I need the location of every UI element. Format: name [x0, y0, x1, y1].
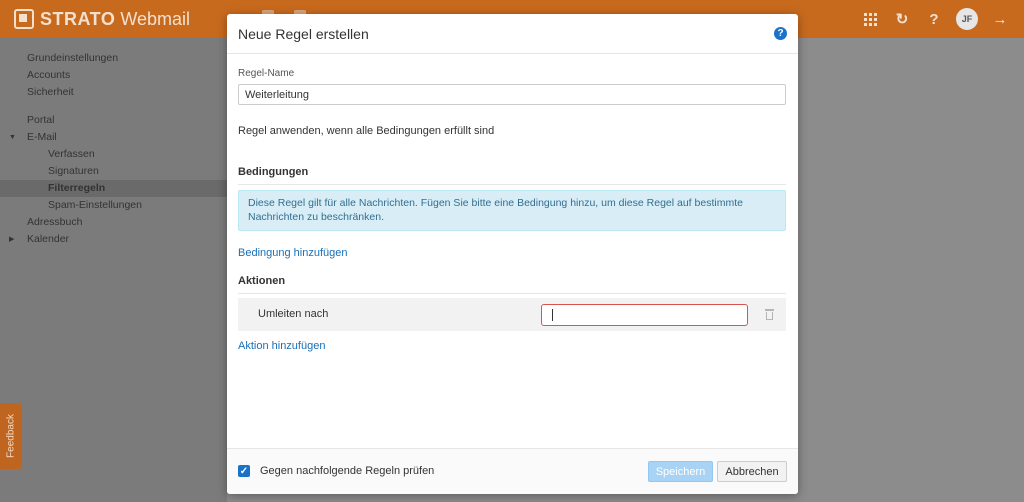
feedback-tab[interactable]: Feedback [0, 403, 22, 469]
redirect-target-input[interactable] [541, 304, 748, 326]
settings-nav: Grundeinstellungen Accounts Sicherheit P… [0, 50, 227, 248]
logout-icon[interactable]: → [990, 9, 1010, 29]
dialog-header: Neue Regel erstellen ? [227, 14, 798, 54]
sidebar-item-adressbuch[interactable]: Adressbuch [0, 214, 227, 231]
save-button[interactable]: Speichern [648, 461, 713, 482]
sidebar-item-verfassen[interactable]: Verfassen [0, 146, 227, 163]
sidebar-item-kalender[interactable]: ▶ Kalender [0, 231, 227, 248]
sidebar-item-portal[interactable]: Portal [0, 112, 227, 129]
check-following-rules-checkbox[interactable]: ✓ [238, 465, 250, 477]
sidebar-item-sicherheit[interactable]: Sicherheit [0, 84, 227, 101]
action-row: Umleiten nach [238, 298, 786, 331]
rule-apply-note: Regel anwenden, wenn alle Bedingungen er… [238, 125, 495, 137]
sidebar-item-label: E-Mail [27, 131, 57, 143]
feedback-label: Feedback [5, 414, 17, 458]
top-right-icons: ↻ ? JF → [860, 8, 1010, 30]
sidebar-item-label: Kalender [27, 233, 70, 245]
add-condition-link[interactable]: Bedingung hinzufügen [238, 247, 347, 259]
sidebar-item-spam-einstellungen[interactable]: Spam-Einstellungen [0, 197, 227, 214]
help-icon[interactable]: ? [774, 27, 787, 40]
checkmark-icon: ✓ [239, 465, 249, 477]
conditions-divider [238, 184, 786, 185]
strato-logo-icon [14, 9, 34, 29]
conditions-heading: Bedingungen [238, 166, 309, 178]
new-rule-dialog: Neue Regel erstellen ? Regel-Name Regel … [227, 14, 798, 494]
sidebar-item-accounts[interactable]: Accounts [0, 67, 227, 84]
dialog-footer: ✓ Gegen nachfolgende Regeln prüfen Speic… [227, 448, 798, 494]
help-question-icon[interactable]: ? [924, 9, 944, 29]
text-cursor [552, 309, 553, 321]
trash-icon[interactable] [765, 309, 774, 320]
sidebar-item-grundeinstellungen[interactable]: Grundeinstellungen [0, 50, 227, 67]
rule-name-label: Regel-Name [238, 68, 295, 79]
brand-product: Webmail [120, 8, 191, 29]
caret-right-icon[interactable]: ▶ [9, 231, 14, 248]
settings-sidebar: Grundeinstellungen Accounts Sicherheit P… [0, 38, 227, 502]
actions-heading: Aktionen [238, 275, 286, 287]
check-following-rules-label[interactable]: Gegen nachfolgende Regeln prüfen [260, 465, 434, 477]
refresh-icon[interactable]: ↻ [892, 9, 912, 29]
action-type-label: Umleiten nach [258, 308, 329, 320]
add-action-link[interactable]: Aktion hinzufügen [238, 340, 325, 352]
conditions-info-box: Diese Regel gilt für alle Nachrichten. F… [238, 190, 786, 231]
apps-grid-icon[interactable] [860, 9, 880, 29]
sidebar-item-filterregeln[interactable]: Filterregeln [0, 180, 227, 197]
dialog-title: Neue Regel erstellen [238, 26, 369, 42]
brand-logo[interactable]: STRATO Webmail [14, 8, 190, 30]
caret-down-icon[interactable]: ▼ [9, 129, 16, 146]
user-avatar[interactable]: JF [956, 8, 978, 30]
brand-name: STRATO [40, 8, 116, 29]
sidebar-item-email[interactable]: ▼ E-Mail [0, 129, 227, 146]
actions-divider [238, 293, 786, 294]
cancel-button[interactable]: Abbrechen [717, 461, 787, 482]
sidebar-item-signaturen[interactable]: Signaturen [0, 163, 227, 180]
rule-name-input[interactable] [238, 84, 786, 105]
